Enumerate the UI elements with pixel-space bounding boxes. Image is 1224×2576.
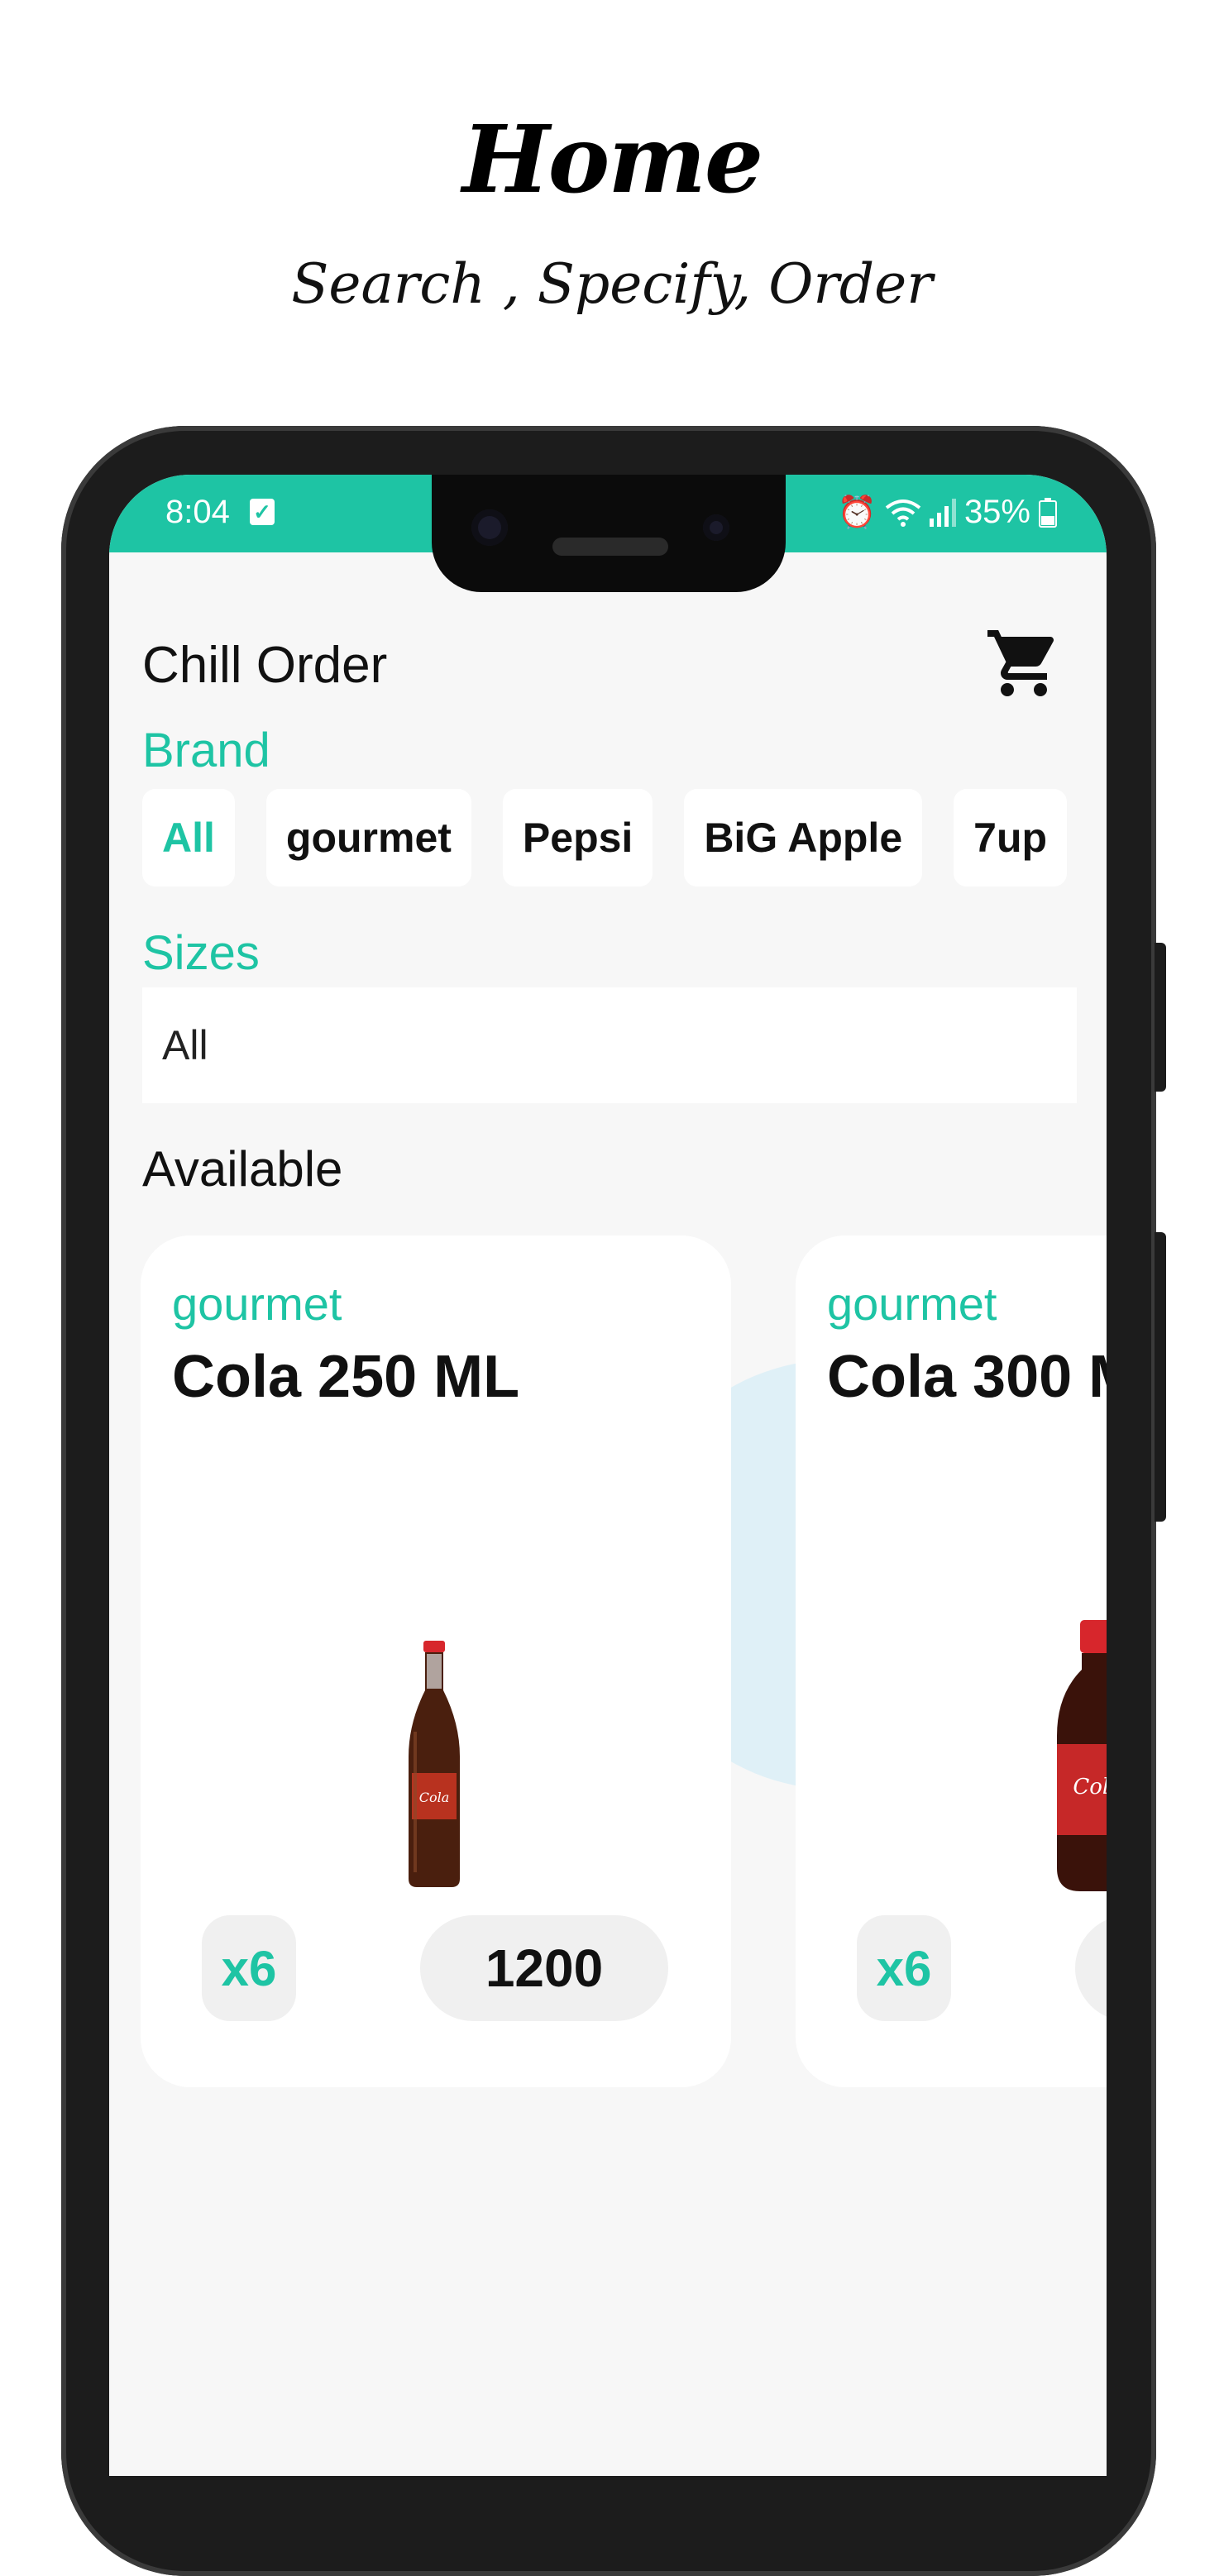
available-label: Available [142,1141,343,1197]
price-pill[interactable]: 1200 [420,1915,668,2021]
svg-text:Cola: Cola [1073,1775,1107,1799]
front-camera [471,509,508,546]
power-button [1155,943,1166,1092]
brand-label: Brand [142,724,270,777]
brand-chip-all[interactable]: All [142,789,235,887]
phone-screen: 8:04 ✓ ⏰ 35% Chill Order Brand All gourm… [109,475,1107,2476]
pack-size-badge: x6 [857,1915,951,2021]
brand-chip-big-apple[interactable]: BiG Apple [684,789,923,887]
status-time: 8:04 [165,494,230,530]
product-brand: gourmet [172,1278,342,1330]
sizes-value: All [162,1022,208,1068]
pack-size-badge: x6 [202,1915,296,2021]
volume-button [1155,1232,1166,1522]
brand-chip-gourmet[interactable]: gourmet [265,789,471,887]
sizes-label: Sizes [142,926,260,980]
app-title: Chill Order [142,637,388,694]
signal-icon [929,498,956,527]
status-icons: ⏰ 35% [838,494,1057,531]
plastic-bottle-image: Cola [1057,1620,1107,1891]
camera-notch [432,475,786,592]
wifi-icon [885,499,921,527]
hero-subtitle: Search , Specify, Order [291,252,933,316]
svg-text:Cola: Cola [419,1790,450,1805]
product-name: Cola 250 ML [172,1344,520,1410]
cart-icon[interactable] [984,624,1064,703]
battery-percent: 35% [963,494,1030,530]
product-card[interactable]: gourmet Cola 250 ML Cola x6 1200 [141,1235,731,2087]
earpiece-speaker [552,538,668,556]
hero-title: Home [461,106,763,214]
product-brand: gourmet [827,1278,997,1330]
front-sensor [703,514,729,541]
sizes-select[interactable]: All [142,987,1077,1103]
glass-bottle-image: Cola [409,1641,460,1887]
price-pill[interactable] [1075,1915,1107,2021]
brand-chip-pepsi[interactable]: Pepsi [502,789,653,887]
battery-icon [1039,497,1057,528]
product-name: Cola 300 ML [827,1344,1107,1410]
brand-filter-row: All gourmet Pepsi BiG Apple 7up [142,789,1068,887]
product-card[interactable]: gourmet Cola 300 ML Cola x6 [796,1235,1107,2087]
notification-check-icon: ✓ [250,499,275,525]
brand-chip-7up[interactable]: 7up [954,789,1068,887]
alarm-icon: ⏰ [837,495,877,530]
